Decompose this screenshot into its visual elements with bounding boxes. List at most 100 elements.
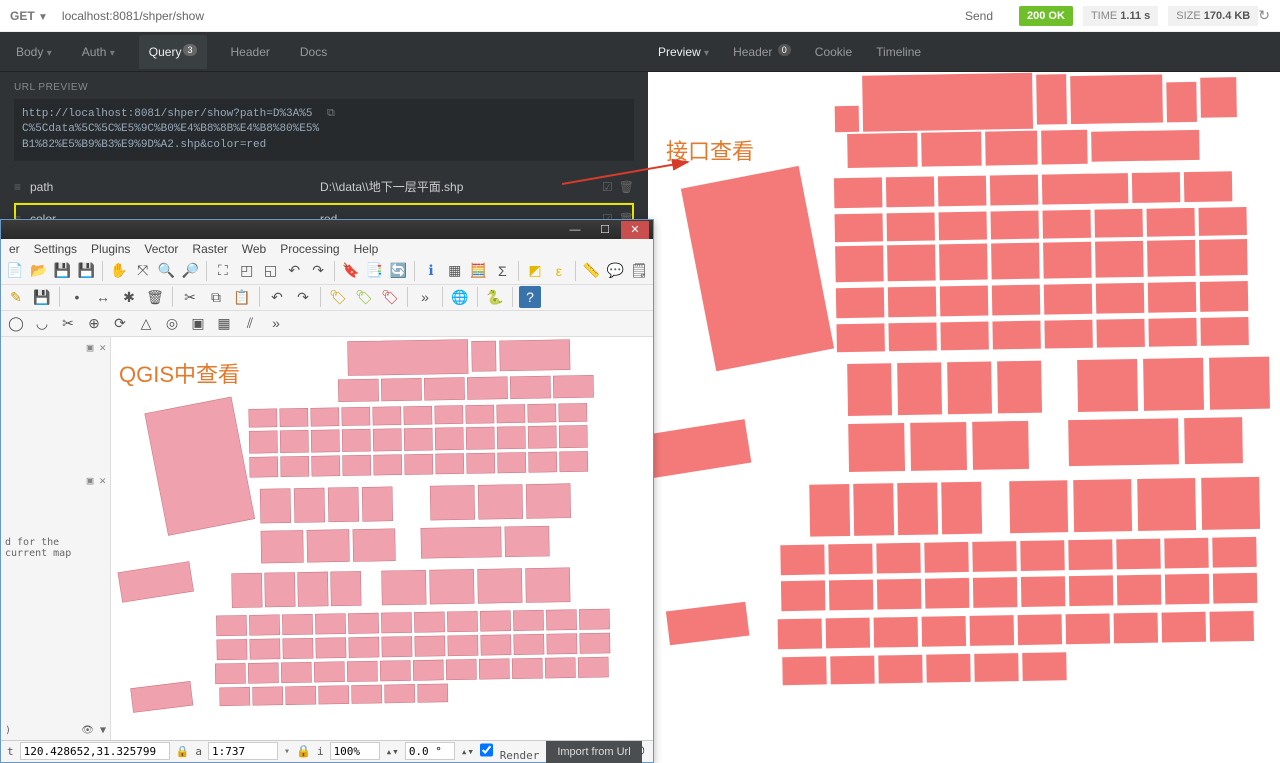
tab-docs[interactable]: Docs bbox=[294, 33, 333, 71]
http-method-dropdown[interactable]: GET ▼ bbox=[10, 9, 54, 23]
history-icon[interactable]: ↻ bbox=[1258, 7, 1270, 24]
menu-item[interactable]: Plugins bbox=[91, 242, 130, 256]
chevron-right-icon[interactable]: » bbox=[265, 312, 287, 334]
zoom-sel-icon[interactable]: ◰ bbox=[237, 260, 257, 282]
reshape-icon[interactable]: ◡ bbox=[31, 312, 53, 334]
close-button[interactable]: ✕ bbox=[621, 221, 649, 239]
refresh-icon[interactable]: 🔄 bbox=[388, 260, 408, 282]
param-key[interactable]: path bbox=[30, 180, 320, 194]
tab-query[interactable]: Query3 bbox=[139, 35, 207, 69]
add-feature-icon[interactable]: • bbox=[66, 286, 88, 308]
maximize-button[interactable]: ☐ bbox=[591, 221, 619, 239]
merge-icon[interactable]: ⊕ bbox=[83, 312, 105, 334]
lock-icon[interactable]: 🔒 bbox=[296, 744, 311, 758]
zoom-out-icon[interactable]: 🔎 bbox=[180, 260, 200, 282]
qgis-menubar[interactable]: er Settings Plugins Vector Raster Web Pr… bbox=[1, 239, 653, 258]
new-bookmark-icon[interactable]: 🔖 bbox=[341, 260, 361, 282]
select-icon[interactable]: ◩ bbox=[525, 260, 545, 282]
new-icon[interactable]: 📄 bbox=[5, 260, 25, 282]
paste-icon[interactable]: 📋 bbox=[231, 286, 253, 308]
ring-icon[interactable]: ◎ bbox=[161, 312, 183, 334]
stepper-icon[interactable]: ▴▾ bbox=[461, 745, 474, 758]
tab-resp-header[interactable]: Header 0 bbox=[733, 45, 791, 59]
tips-icon[interactable]: 💬 bbox=[605, 260, 625, 282]
redo-icon[interactable]: ↷ bbox=[292, 286, 314, 308]
scale-icon[interactable]: 🔒 bbox=[176, 745, 190, 758]
magnifier-input[interactable] bbox=[330, 742, 380, 760]
part-icon[interactable]: ▣ bbox=[187, 312, 209, 334]
simplify-icon[interactable]: △ bbox=[135, 312, 157, 334]
pan-icon[interactable]: ✋ bbox=[109, 260, 129, 282]
menu-item[interactable]: Raster bbox=[192, 242, 227, 256]
save-icon[interactable]: 💾 bbox=[53, 260, 73, 282]
saveas-icon[interactable]: 💾 bbox=[76, 260, 96, 282]
panel-close-icon[interactable]: ✕ bbox=[99, 474, 106, 487]
menu-item[interactable]: Processing bbox=[280, 242, 339, 256]
preset-icon[interactable]: 👁 bbox=[81, 725, 94, 736]
tab-cookie[interactable]: Cookie bbox=[815, 45, 852, 59]
qgis-toolbar-3[interactable]: ◯◡✂⊕⟳△◎▣▦⫽» bbox=[1, 311, 653, 337]
undo-icon[interactable]: ↶ bbox=[266, 286, 288, 308]
menu-item[interactable]: Web bbox=[242, 242, 266, 256]
menu-item[interactable]: Vector bbox=[144, 242, 178, 256]
url-input[interactable] bbox=[54, 9, 953, 23]
digitize-icon[interactable]: ◯ bbox=[5, 312, 27, 334]
label2-icon[interactable]: 🏷 bbox=[353, 286, 375, 308]
tab-header[interactable]: Header bbox=[225, 33, 276, 71]
copy-icon[interactable]: ⧉ bbox=[327, 107, 626, 153]
python-icon[interactable]: 🐍 bbox=[484, 286, 506, 308]
panel-undock-icon[interactable]: ▣ bbox=[87, 474, 94, 487]
rotate-icon[interactable]: ⟳ bbox=[109, 312, 131, 334]
osm-icon[interactable]: 🌐 bbox=[449, 286, 471, 308]
fill-icon[interactable]: ▦ bbox=[213, 312, 235, 334]
tab-auth[interactable]: Auth ▾ bbox=[76, 33, 121, 71]
panel-close-icon[interactable]: ✕ bbox=[99, 341, 106, 354]
label-icon[interactable]: 🏷 bbox=[327, 286, 349, 308]
help-icon[interactable]: ? bbox=[519, 286, 541, 308]
move-icon[interactable]: ↔ bbox=[92, 286, 114, 308]
zoom-last-icon[interactable]: ↶ bbox=[284, 260, 304, 282]
param-value[interactable]: D:\\data\\地下一层平面.shp bbox=[320, 178, 596, 195]
render-checkbox[interactable]: Render bbox=[480, 741, 539, 762]
open-icon[interactable]: 📂 bbox=[29, 260, 49, 282]
edit-icon[interactable]: ✎ bbox=[5, 286, 27, 308]
cut-icon[interactable]: ✂ bbox=[179, 286, 201, 308]
zoom-full-icon[interactable]: ⛶ bbox=[213, 260, 233, 282]
show-bookmark-icon[interactable]: 📑 bbox=[365, 260, 385, 282]
zoom-next-icon[interactable]: ↷ bbox=[308, 260, 328, 282]
filter-icon[interactable]: ▼ bbox=[100, 725, 106, 736]
stepper-icon[interactable]: ▴▾ bbox=[386, 745, 399, 758]
zoom-in-icon[interactable]: 🔍 bbox=[157, 260, 177, 282]
stats-icon[interactable]: Σ bbox=[492, 260, 512, 282]
drag-icon[interactable]: ≡ bbox=[14, 180, 30, 194]
qgis-titlebar[interactable]: — ☐ ✕ bbox=[1, 220, 653, 239]
delete-icon[interactable]: 🗑 bbox=[144, 286, 166, 308]
qgis-toolbar-2[interactable]: ✎💾 •↔✱🗑 ✂⧉📋 ↶↷ 🏷🏷🏷 » 🌐 🐍 ? bbox=[1, 285, 653, 311]
identify-icon[interactable]: ℹ bbox=[421, 260, 441, 282]
calc-icon[interactable]: 🧮 bbox=[469, 260, 489, 282]
tab-timeline[interactable]: Timeline bbox=[876, 45, 921, 59]
qgis-side-panel[interactable]: ▣ ✕ ▣ ✕ d for the current map ) 👁 ▼ bbox=[1, 337, 111, 740]
tab-preview[interactable]: Preview ▾ bbox=[658, 45, 709, 59]
send-button[interactable]: Send bbox=[953, 9, 1005, 23]
menu-item[interactable]: Settings bbox=[34, 242, 77, 256]
qgis-toolbar-1[interactable]: 📄📂💾💾 ✋⤧🔍🔎 ⛶◰◱↶↷ 🔖📑🔄 ℹ▦🧮Σ ◩ε 📏💬🗒 bbox=[1, 258, 653, 284]
scale-input[interactable] bbox=[208, 742, 278, 760]
pan-select-icon[interactable]: ⤧ bbox=[133, 260, 153, 282]
copy-icon[interactable]: ⧉ bbox=[205, 286, 227, 308]
qgis-map-canvas[interactable]: QGIS中查看 bbox=[111, 337, 653, 740]
node-icon[interactable]: ✱ bbox=[118, 286, 140, 308]
zoom-layer-icon[interactable]: ◱ bbox=[261, 260, 281, 282]
coord-icon[interactable]: t bbox=[7, 745, 14, 758]
measure-icon[interactable]: 📏 bbox=[582, 260, 602, 282]
split-icon[interactable]: ✂ bbox=[57, 312, 79, 334]
chevron-right-icon[interactable]: » bbox=[414, 286, 436, 308]
table-icon[interactable]: ▦ bbox=[445, 260, 465, 282]
offset-icon[interactable]: ⫽ bbox=[239, 312, 261, 334]
save-edits-icon[interactable]: 💾 bbox=[31, 286, 53, 308]
label3-icon[interactable]: 🏷 bbox=[379, 286, 401, 308]
param-row[interactable]: ≡ path D:\\data\\地下一层平面.shp ☑ 🗑 bbox=[14, 171, 634, 203]
minimize-button[interactable]: — bbox=[561, 221, 589, 239]
menu-item[interactable]: er bbox=[9, 242, 20, 256]
rotation-input[interactable] bbox=[405, 742, 455, 760]
